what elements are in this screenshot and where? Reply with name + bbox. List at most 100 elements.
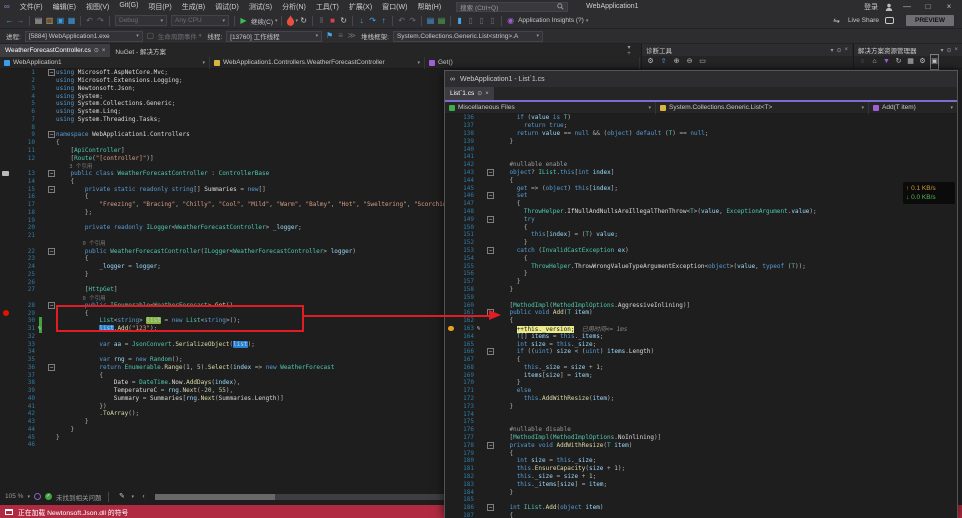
glyph-margin[interactable] — [0, 348, 14, 356]
glyph-margin[interactable] — [0, 92, 14, 100]
breakpoint-icon[interactable] — [3, 310, 9, 316]
hscroll-left-icon[interactable]: ‹ — [138, 490, 149, 504]
zoom-dropdown-icon[interactable]: ▾ — [27, 494, 30, 500]
glyph-margin[interactable] — [0, 247, 14, 255]
glyph-margin[interactable] — [445, 278, 457, 286]
code-line[interactable]: 160 [MethodImpl(MethodImplOptions.Aggres… — [445, 301, 957, 309]
show-threads-icon[interactable]: ≡ — [335, 29, 346, 43]
glyph-margin[interactable] — [0, 108, 14, 116]
codelens-references[interactable]: 0 个引用 — [56, 296, 106, 302]
code-line[interactable]: 154 { — [445, 254, 957, 262]
preview-button[interactable]: PREVIEW — [906, 15, 954, 26]
glyph-margin[interactable] — [0, 433, 14, 441]
glyph-margin[interactable] — [0, 255, 14, 263]
flag-threads-icon[interactable]: ⚑ — [324, 29, 335, 43]
stack-frame-dropdown[interactable]: System.Collections.Generic.List<string>.… — [393, 31, 543, 42]
glyph-margin[interactable] — [0, 387, 14, 395]
glyph-margin[interactable] — [445, 114, 457, 122]
glyph-margin[interactable] — [445, 340, 457, 348]
save-icon[interactable]: ▣ — [55, 14, 66, 28]
lifecycle-events-label[interactable]: 生命周期事件 — [158, 31, 197, 41]
glyph-margin[interactable] — [0, 232, 14, 240]
application-insights-label[interactable]: Application Insights (?) — [518, 17, 584, 24]
code-line[interactable]: 158 } — [445, 286, 957, 294]
pin-icon[interactable]: ⊙ — [946, 47, 951, 54]
code-line[interactable]: 138 return value == null && (object) def… — [445, 130, 957, 138]
menu-item[interactable]: 视图(V) — [81, 2, 114, 12]
code-line[interactable]: 150 { — [445, 223, 957, 231]
glyph-margin[interactable] — [445, 254, 457, 262]
code-line[interactable]: 184 } — [445, 488, 957, 496]
glyph-margin[interactable] — [0, 441, 14, 449]
glyph-margin[interactable] — [0, 364, 14, 372]
properties-icon[interactable]: ⚙ — [918, 55, 927, 69]
code-editor-floating[interactable]: 136 if (value is T)137 return true;138 r… — [445, 114, 957, 518]
glyph-margin[interactable] — [0, 356, 14, 364]
glyph-margin[interactable] — [445, 426, 457, 434]
glyph-margin[interactable] — [445, 465, 457, 473]
glyph-margin[interactable] — [0, 379, 14, 387]
glyph-margin[interactable] — [0, 170, 14, 178]
glyph-margin[interactable] — [445, 309, 457, 317]
code-line[interactable]: 152 } — [445, 239, 957, 247]
glyph-margin[interactable] — [445, 473, 457, 481]
glyph-margin[interactable] — [445, 122, 457, 130]
code-line[interactable]: 148 ThrowHelper.IfNullAndNullsAreIllegal… — [445, 208, 957, 216]
code-line[interactable]: 172 this.AddWithResize(item); — [445, 395, 957, 403]
undo-secondary-icon[interactable]: ↶ — [396, 14, 407, 28]
next-bookmark-icon[interactable]: ▯ — [476, 14, 487, 28]
glyph-margin[interactable] — [445, 371, 457, 379]
code-line[interactable]: 143− object? IList.this[int index] — [445, 169, 957, 177]
minimize-button[interactable]: — — [900, 2, 914, 11]
glyph-margin[interactable] — [0, 294, 14, 302]
continue-debug-label[interactable]: 继续(C) — [251, 16, 273, 26]
menu-item[interactable]: 测试(S) — [244, 2, 277, 12]
code-line[interactable]: 155 ThrowHelper.ThrowWrongValueTypeArgum… — [445, 262, 957, 270]
glyph-margin[interactable] — [445, 434, 457, 442]
home-icon[interactable]: ⌂ — [870, 55, 879, 69]
code-line[interactable]: 145 get => (object) this[index]; — [445, 184, 957, 192]
code-line[interactable]: 169 items[size] = item; — [445, 371, 957, 379]
glyph-margin[interactable] — [445, 208, 457, 216]
glyph-margin[interactable] — [0, 209, 14, 217]
fold-toggle-icon[interactable]: − — [487, 442, 494, 449]
document-well-overflow[interactable]: ▾+ — [620, 45, 638, 57]
glyph-margin[interactable] — [0, 263, 14, 271]
glyph-margin[interactable] — [445, 504, 457, 512]
code-line[interactable]: 149− try — [445, 215, 957, 223]
menu-item[interactable]: 编辑(E) — [48, 2, 81, 12]
prev-bookmark-icon[interactable]: ▯ — [465, 14, 476, 28]
code-line[interactable]: 140 — [445, 145, 957, 153]
show-current-process-icon[interactable]: ≫ — [346, 29, 357, 43]
collapse-all-icon[interactable]: ▦ — [906, 55, 915, 69]
fold-toggle-icon[interactable]: − — [48, 248, 55, 255]
pin-icon[interactable]: ⊙ — [477, 90, 482, 97]
code-line[interactable]: 177 [MethodImpl(MethodImplOptions.NoInli… — [445, 434, 957, 442]
glyph-margin[interactable] — [445, 457, 457, 465]
glyph-margin[interactable] — [0, 333, 14, 341]
glyph-margin[interactable] — [0, 131, 14, 139]
code-line[interactable]: 178− private void AddWithResize(T item) — [445, 441, 957, 449]
menu-item[interactable]: 调试(D) — [210, 2, 244, 12]
glyph-margin[interactable] — [445, 161, 457, 169]
glyph-margin[interactable] — [0, 371, 14, 379]
solution-configuration-dropdown[interactable]: Debug▾ — [115, 15, 167, 26]
menu-item[interactable]: 窗口(W) — [377, 2, 412, 12]
close-tab-icon[interactable]: × — [102, 48, 106, 54]
nav-project-dropdown[interactable]: Miscellaneous Files▾ — [445, 102, 656, 114]
menu-item[interactable]: Git(G) — [114, 2, 143, 12]
tab-list1-cs[interactable]: List`1.cs ⊙ × — [445, 87, 494, 100]
thread-dropdown[interactable]: [13760] 工作线程▾ — [226, 31, 322, 42]
hot-reload-icon[interactable] — [286, 15, 295, 26]
filter-icon[interactable]: ▼ — [882, 55, 891, 69]
close-tab-icon[interactable]: × — [485, 91, 489, 97]
glyph-margin[interactable] — [445, 496, 457, 504]
fold-toggle-icon[interactable]: − — [48, 131, 55, 138]
codelens-references[interactable]: 0 个引用 — [56, 241, 106, 247]
code-line[interactable]: 180 int size = this._size; — [445, 457, 957, 465]
nav-member-dropdown[interactable]: Get() — [425, 57, 640, 69]
current-statement-dot[interactable] — [448, 326, 454, 332]
tab-nuget-solution[interactable]: NuGet - 解决方案 — [110, 44, 171, 57]
maximize-button[interactable]: □ — [921, 2, 935, 11]
code-line[interactable]: 174 — [445, 410, 957, 418]
